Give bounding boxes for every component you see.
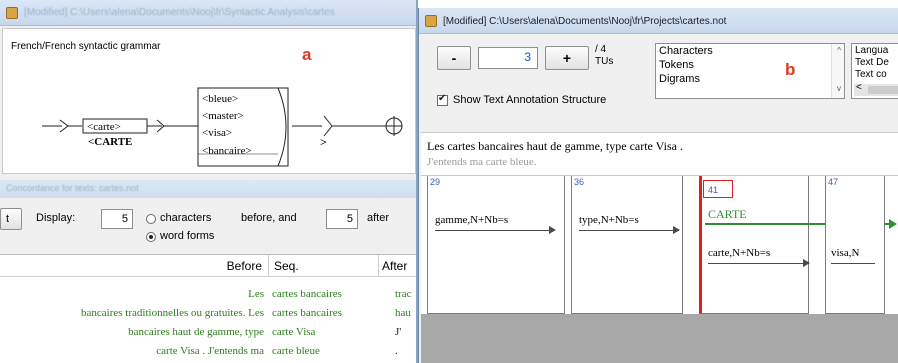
arrow-icon: [889, 219, 897, 229]
token-type[interactable]: type,N+Nb=s: [579, 214, 639, 226]
before-count-input[interactable]: 5: [101, 209, 133, 229]
sentence-number-input[interactable]: 3: [478, 47, 538, 69]
annotation-carte[interactable]: CARTE: [708, 207, 747, 222]
list-item[interactable]: Digrams: [659, 73, 700, 85]
cell-after: trac: [395, 288, 412, 300]
empty-workspace: [421, 314, 898, 363]
right-window-title: [Modified] C:\Users\alena\Documents\Nooj…: [443, 16, 727, 27]
right-window: [Modified] C:\Users\alena\Documents\Nooj…: [418, 8, 898, 363]
alt-visa: <visa>: [202, 127, 232, 139]
grammar-graph: <carte> <CARTE <bleue> <master> <visa> <…: [42, 87, 403, 167]
cell-before: bancaires traditionnelles ou gratuites. …: [81, 307, 264, 319]
tu-id: 47: [828, 177, 839, 187]
cell-after: J': [395, 326, 402, 338]
tu-box[interactable]: [571, 176, 683, 314]
next-sentence-preview: J'entends ma carte bleue.: [427, 156, 537, 168]
set-button[interactable]: t: [0, 208, 22, 230]
cell-after: .: [395, 345, 398, 357]
app-icon: [6, 7, 18, 19]
node-carte-output: <CARTE: [88, 136, 132, 148]
chevron-up-icon[interactable]: ^: [837, 46, 841, 55]
token-gamme[interactable]: gamme,N+Nb=s: [435, 214, 508, 226]
next-sentence-button[interactable]: +: [545, 46, 589, 70]
concordance-title: Concordance for texts: cartes.not: [6, 183, 139, 193]
cell-seq: cartes bancaires: [272, 288, 342, 300]
header-seq[interactable]: Seq.: [274, 259, 299, 273]
list-item[interactable]: Tokens: [659, 59, 694, 71]
arrow-icon: [803, 259, 810, 267]
cell-seq: carte bleue: [272, 345, 320, 357]
token-visa[interactable]: visa,N: [831, 247, 859, 259]
alt-bleue: <bleue>: [202, 93, 238, 105]
sentence-area: Les cartes bancaires haut de gamme, type…: [421, 132, 898, 176]
node-carte-text: <carte>: [87, 121, 121, 133]
cell-seq: cartes bancaires: [272, 307, 342, 319]
after-label: after: [367, 212, 390, 224]
list-item[interactable]: Characters: [659, 45, 713, 57]
display-options: t Display: 5 characters before, and 5 af…: [0, 200, 416, 252]
horizontal-scrollbar[interactable]: <: [854, 82, 898, 96]
tu-id: 41: [708, 185, 719, 195]
output-symbol: >: [320, 135, 327, 149]
scroll-left-icon[interactable]: <: [856, 82, 862, 93]
characters-radio[interactable]: [146, 214, 156, 224]
left-window-title: [Modified] C:\Users\alena\Documents\Nooj…: [24, 7, 335, 18]
panel-label-a: a: [302, 45, 312, 64]
column-separator[interactable]: [378, 255, 379, 277]
language-info-box[interactable]: Langua Text De Text co <: [851, 43, 898, 99]
alt-master: <master>: [202, 110, 244, 122]
column-separator[interactable]: [268, 255, 269, 277]
table-row[interactable]: bancaires haut de gamme, type carte Visa…: [0, 324, 416, 340]
right-window-titlebar[interactable]: [Modified] C:\Users\alena\Documents\Nooj…: [419, 8, 898, 34]
after-count-input[interactable]: 5: [326, 209, 358, 229]
display-label: Display:: [36, 212, 76, 224]
left-window-titlebar[interactable]: [Modified] C:\Users\alena\Documents\Nooj…: [0, 0, 416, 26]
show-annotation-label: Show Text Annotation Structure: [453, 94, 607, 106]
previous-sentence-button[interactable]: -: [437, 46, 471, 70]
cell-before: bancaires haut de gamme, type: [128, 326, 264, 338]
text-delimiter-item: Text De: [855, 57, 889, 68]
table-row[interactable]: bancaires traditionnelles ou gratuites. …: [0, 305, 416, 321]
arrow-icon: [673, 226, 680, 234]
word-forms-label: word forms: [160, 230, 215, 242]
scrollbar-thumb[interactable]: [868, 86, 898, 94]
left-window: [Modified] C:\Users\alena\Documents\Nooj…: [0, 0, 418, 363]
panel-label-b: b: [785, 60, 796, 79]
app-icon: [425, 15, 437, 27]
concordance-titlebar[interactable]: Concordance for texts: cartes.not: [0, 180, 416, 198]
characters-label: characters: [160, 212, 212, 224]
cell-before: carte Visa . J'entends ma: [156, 345, 264, 357]
current-sentence: Les cartes bancaires haut de gamme, type…: [427, 139, 683, 153]
tu-box[interactable]: [825, 176, 885, 314]
cell-before: Les: [248, 288, 264, 300]
show-annotation-checkbox[interactable]: [437, 93, 448, 106]
arrow-icon: [549, 226, 556, 234]
sentence-count: / 4: [595, 44, 607, 55]
before-and-label: before, and: [241, 212, 297, 224]
header-after[interactable]: After: [382, 259, 407, 273]
language-item: Langua: [855, 45, 889, 56]
tu-id: 36: [574, 177, 585, 187]
table-row[interactable]: Les cartes bancaires trac: [0, 286, 416, 302]
alt-bancaire: <bancaire>: [202, 145, 252, 157]
header-before[interactable]: Before: [227, 259, 262, 273]
concordance-table: Before Seq. After Les cartes bancaires t…: [0, 254, 416, 363]
token-carte[interactable]: carte,N+Nb=s: [708, 247, 770, 259]
list-scrollbar[interactable]: ^ v: [831, 44, 844, 98]
chevron-down-icon[interactable]: v: [837, 84, 841, 93]
annotation-layers-list[interactable]: Characters Tokens Digrams ^ v: [655, 43, 845, 99]
table-header: Before Seq. After: [0, 255, 416, 277]
tu-box[interactable]: [427, 176, 565, 314]
annotation-structure-view[interactable]: 29 gamme,N+Nb=s 36 type,N+Nb=s 41 CARTE …: [421, 176, 898, 314]
text-content-item: Text co: [855, 69, 887, 80]
word-forms-radio[interactable]: [146, 232, 156, 242]
tu-id: 29: [430, 177, 441, 187]
table-row[interactable]: carte Visa . J'entends ma carte bleue .: [0, 343, 416, 359]
tus-label: TUs: [595, 56, 614, 67]
cell-seq: carte Visa: [272, 326, 316, 338]
cell-after: hau: [395, 307, 411, 319]
